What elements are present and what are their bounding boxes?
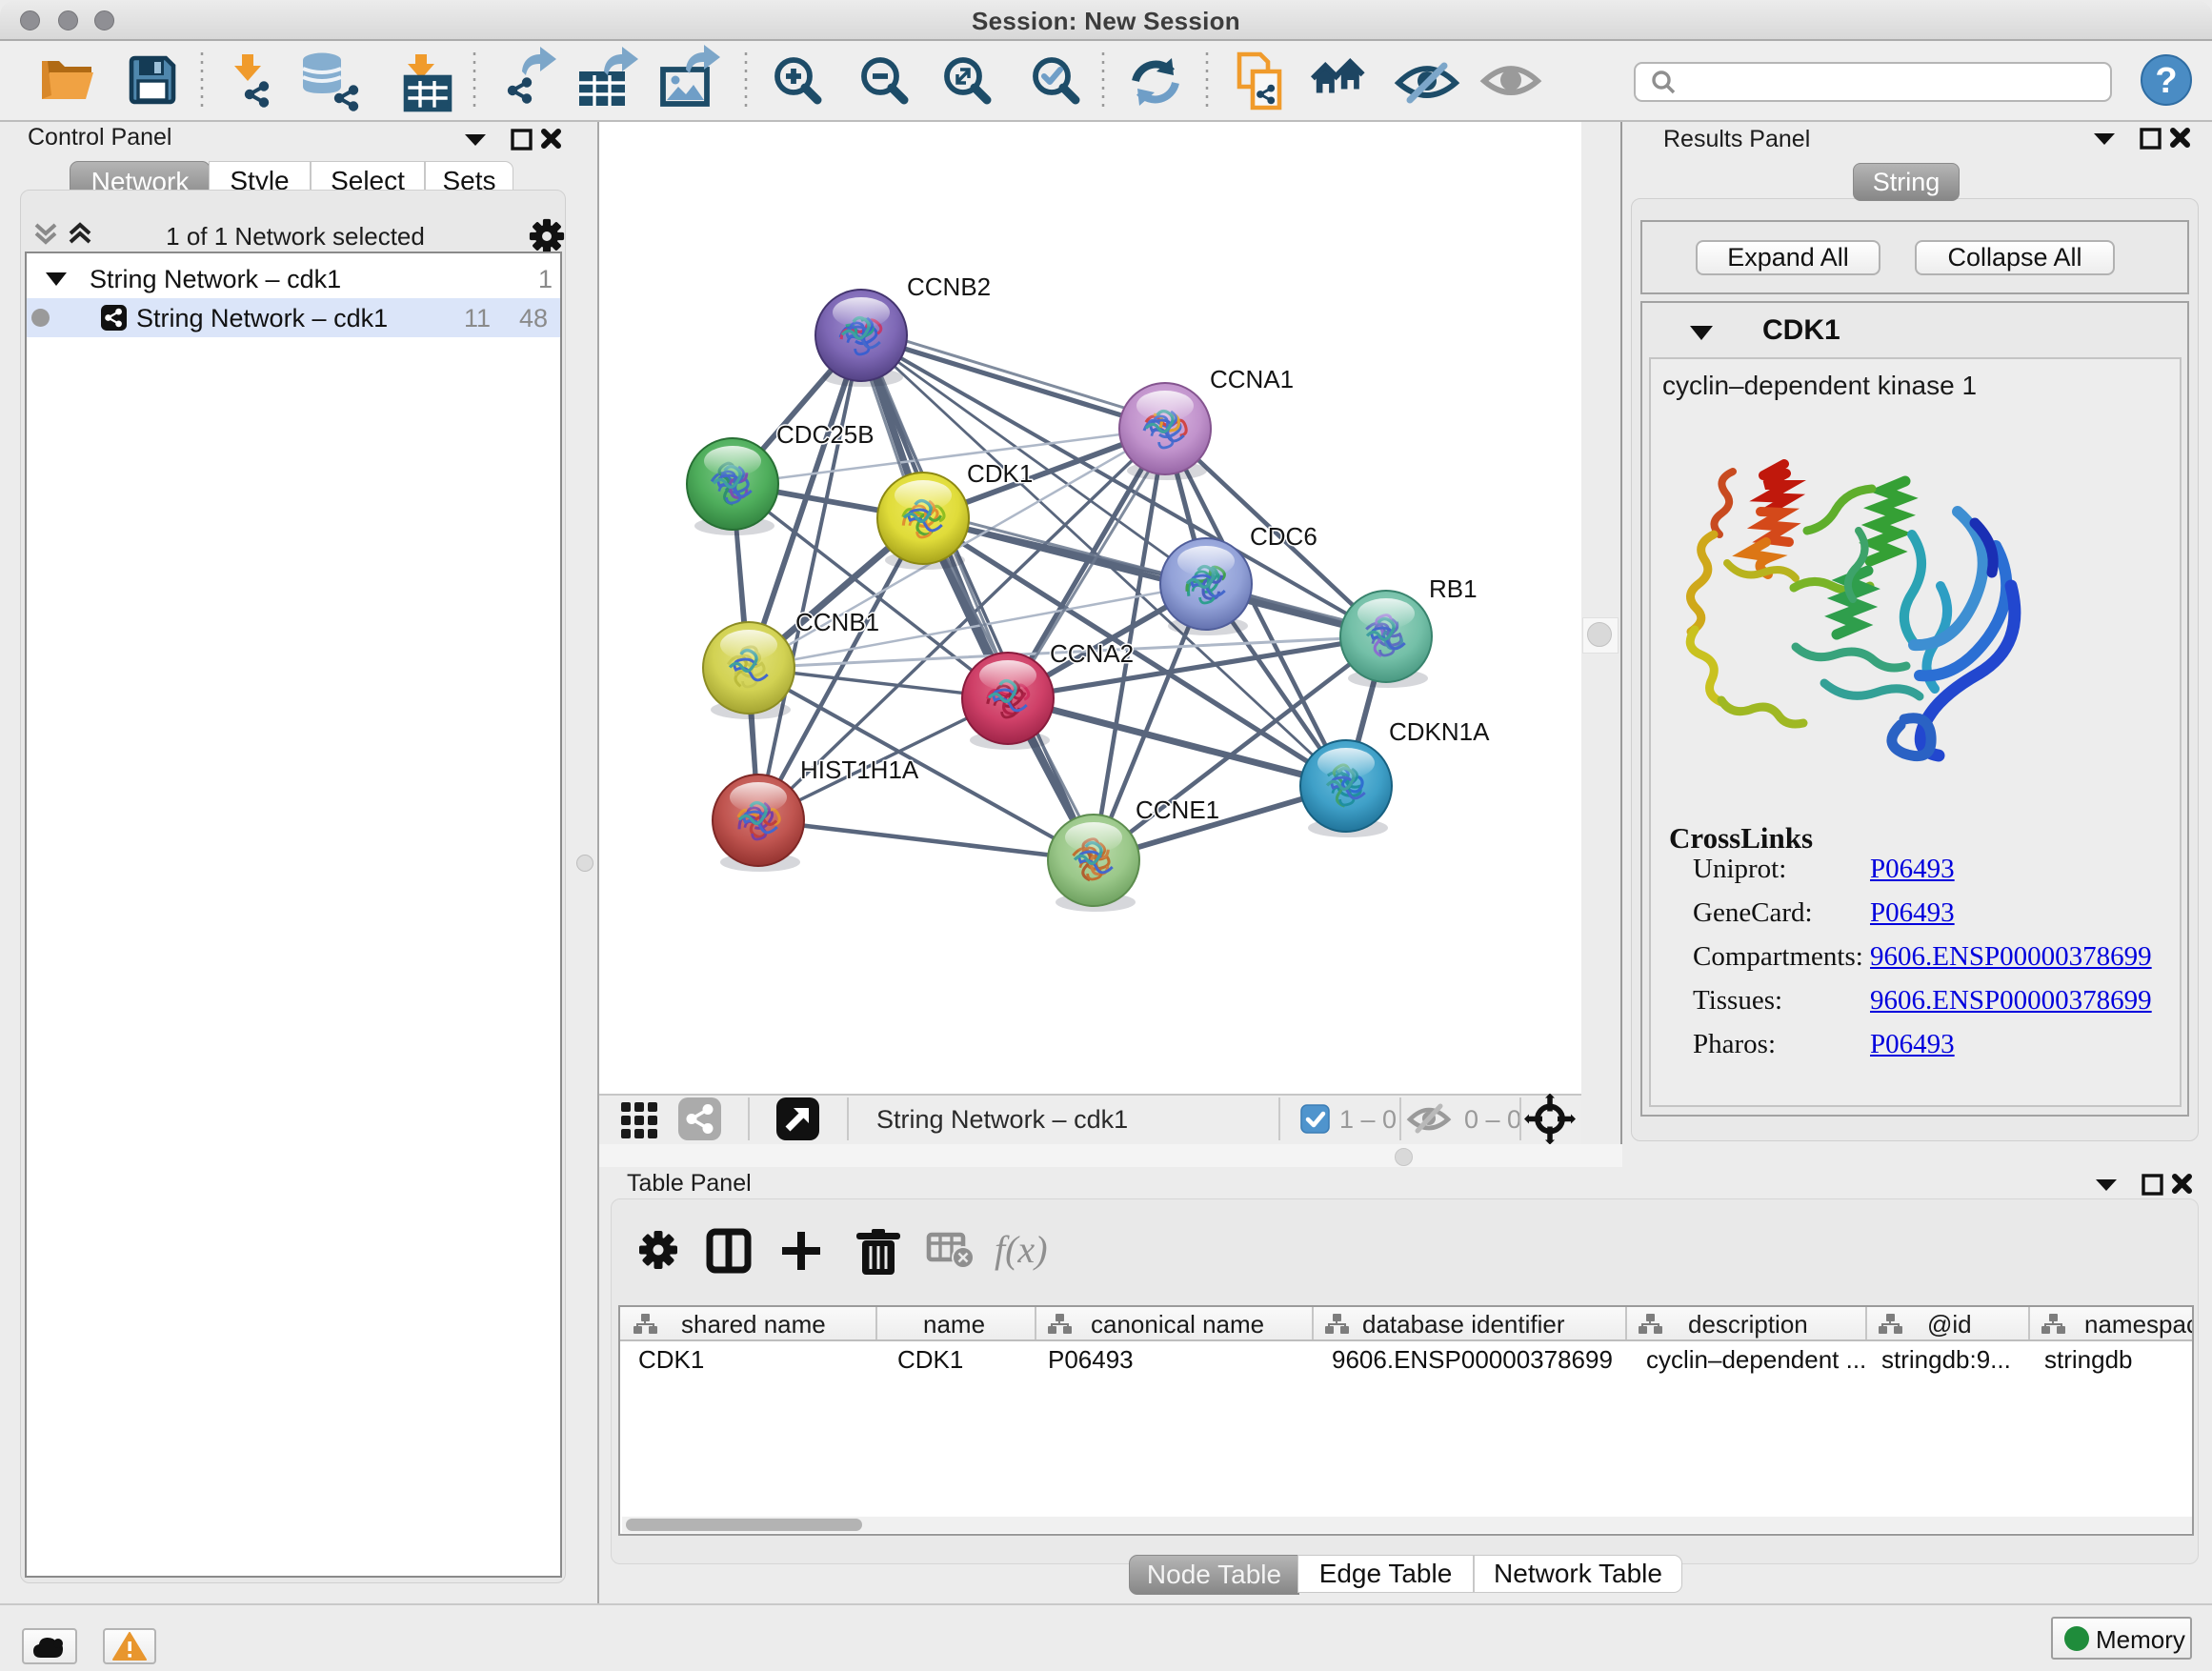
svg-text:f(x): f(x) bbox=[995, 1228, 1048, 1271]
svg-text:0 – 0: 0 – 0 bbox=[1464, 1105, 1521, 1134]
svg-text:String Network – cdk1: String Network – cdk1 bbox=[876, 1105, 1128, 1134]
svg-text:CCNE1: CCNE1 bbox=[1136, 795, 1219, 824]
svg-text:cyclin–dependent ...: cyclin–dependent ... bbox=[1646, 1345, 1866, 1374]
svg-text:CDK1: CDK1 bbox=[967, 459, 1033, 488]
svg-text:CDC6: CDC6 bbox=[1250, 522, 1317, 551]
svg-text:stringdb: stringdb bbox=[2044, 1345, 2133, 1374]
svg-text:RB1: RB1 bbox=[1429, 574, 1478, 603]
svg-text:CCNB1: CCNB1 bbox=[795, 608, 879, 636]
svg-text:description: description bbox=[1688, 1310, 1808, 1339]
svg-text:shared name: shared name bbox=[681, 1310, 826, 1339]
svg-text:@id: @id bbox=[1927, 1310, 1972, 1339]
svg-text:1 – 0: 1 – 0 bbox=[1339, 1105, 1397, 1134]
svg-text:CDK1: CDK1 bbox=[638, 1345, 704, 1374]
svg-text:HIST1H1A: HIST1H1A bbox=[800, 755, 919, 784]
svg-text:canonical name: canonical name bbox=[1091, 1310, 1264, 1339]
svg-text:CDK1: CDK1 bbox=[897, 1345, 963, 1374]
svg-text:CDC25B: CDC25B bbox=[776, 420, 875, 449]
svg-text:namespace: namespace bbox=[2084, 1310, 2192, 1339]
svg-text:CCNA1: CCNA1 bbox=[1210, 365, 1294, 393]
svg-text:stringdb:9...: stringdb:9... bbox=[1881, 1345, 2011, 1374]
svg-text:P06493: P06493 bbox=[1048, 1345, 1134, 1374]
svg-text:database identifier: database identifier bbox=[1362, 1310, 1565, 1339]
svg-text:name: name bbox=[923, 1310, 985, 1339]
svg-text:CCNB2: CCNB2 bbox=[907, 272, 991, 301]
svg-text:CDKN1A: CDKN1A bbox=[1389, 717, 1490, 746]
svg-text:CCNA2: CCNA2 bbox=[1050, 639, 1134, 668]
svg-text:9606.ENSP00000378699: 9606.ENSP00000378699 bbox=[1332, 1345, 1613, 1374]
svg-text:?: ? bbox=[2155, 61, 2177, 101]
